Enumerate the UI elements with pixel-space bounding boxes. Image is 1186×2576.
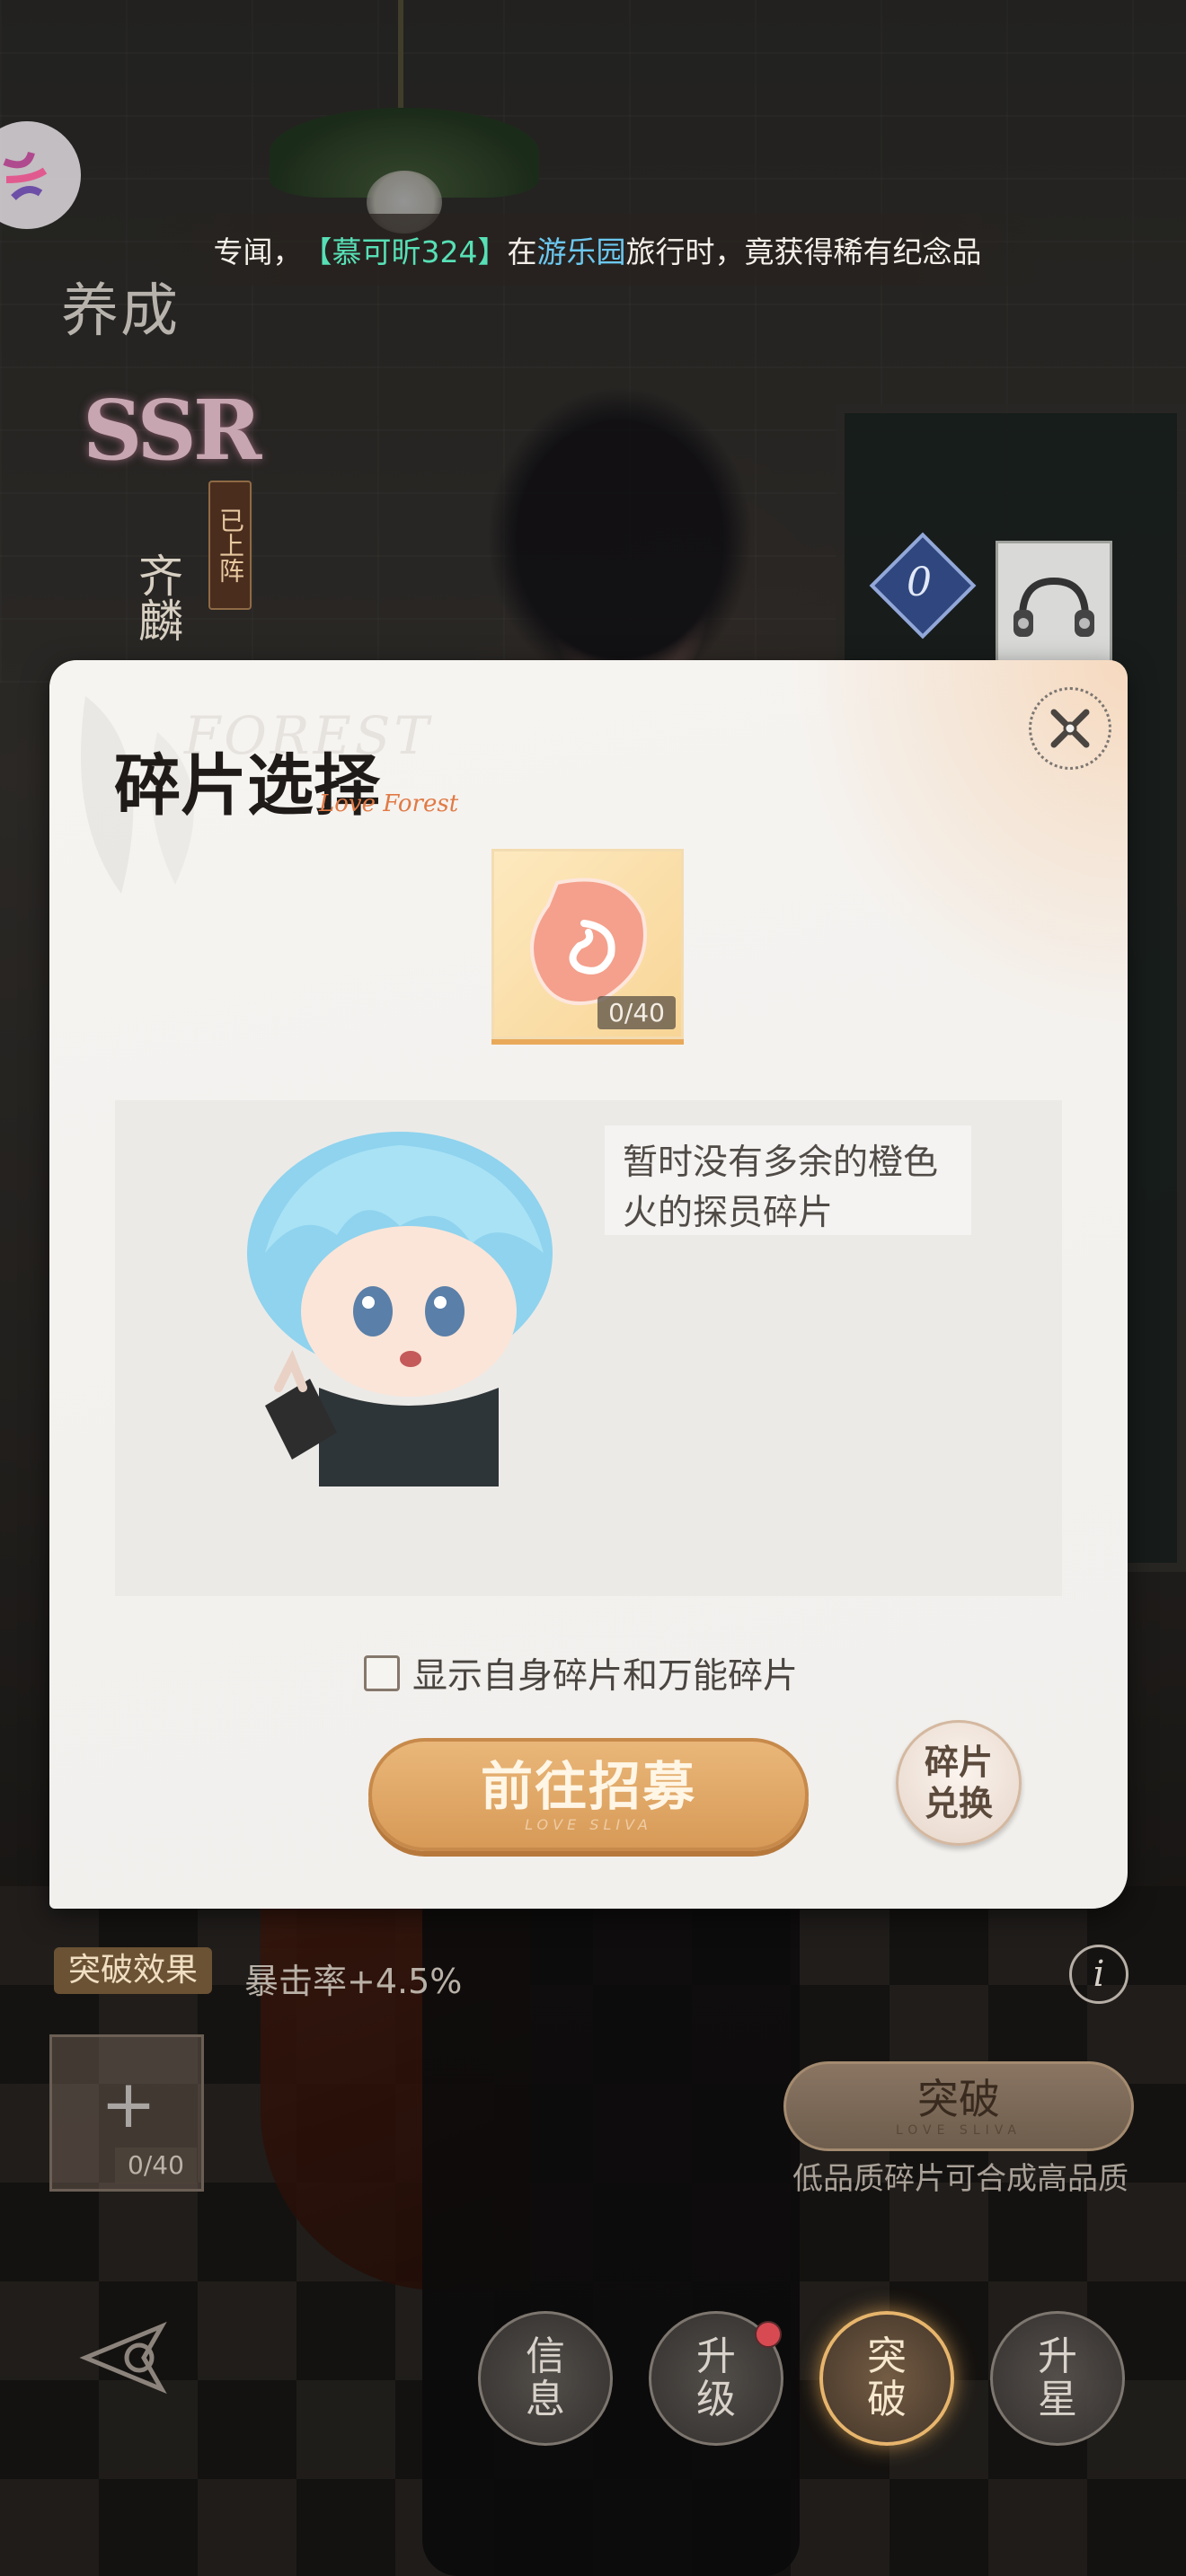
rarity-label: SSR xyxy=(83,382,261,479)
fragment-exchange-button[interactable]: 碎片 兑换 xyxy=(896,1720,1022,1846)
breakthrough-button[interactable]: 突破 LOVE SLIVA xyxy=(783,2061,1134,2151)
show-own-fragments-label: 显示自身碎片和万能碎片 xyxy=(412,1656,799,1697)
effect-value: 暴击率+4.5% xyxy=(244,1962,463,2001)
effect-badge: 突破效果 xyxy=(54,1947,213,1994)
fragment-select-dialog: FOREST 碎片选择 Love Forest 0/40 暂时没有多余的橙色火的… xyxy=(49,660,1128,1909)
nav-info-label: 信息 xyxy=(526,2335,565,2422)
fragment-slot-count: 0/40 xyxy=(115,2148,197,2183)
back-arrow-icon xyxy=(79,2321,167,2395)
hint-text: 低品质碎片可合成高品质 xyxy=(792,2161,1128,2197)
banner-suffix: 旅行时，竟获得稀有纪念品 xyxy=(625,234,982,269)
fragment-card[interactable]: 0/40 xyxy=(491,849,684,1039)
banner-mid: 在 xyxy=(507,234,537,269)
banner-place: 游乐园 xyxy=(536,234,626,269)
deployed-badge: 已上阵 xyxy=(208,481,252,610)
add-icon: + xyxy=(100,2066,156,2143)
character-name: 齐麟 xyxy=(131,552,183,642)
headphones-icon xyxy=(1013,577,1094,637)
breakthrough-button-sub: LOVE SLIVA xyxy=(895,2123,1022,2138)
nav-info-button[interactable]: 信息 xyxy=(478,2311,613,2446)
nav-breakthrough-label: 突破 xyxy=(867,2335,907,2422)
nav-breakthrough-char-1: 突 xyxy=(867,2333,907,2379)
nav-breakthrough-button[interactable]: 突破 xyxy=(819,2311,954,2446)
nav-info-char-1: 信 xyxy=(526,2333,565,2379)
back-button[interactable] xyxy=(49,2299,193,2416)
fragment-count: 0/40 xyxy=(597,996,676,1029)
fragment-exchange-label: 碎片 兑换 xyxy=(925,1742,993,1824)
nav-star-label: 升星 xyxy=(1038,2335,1077,2422)
fragment-exchange-line2: 兑换 xyxy=(924,1784,993,1823)
banner-prefix: 专闻， xyxy=(213,234,303,269)
nav-star-button[interactable]: 升星 xyxy=(990,2311,1125,2446)
info-button[interactable]: i xyxy=(1069,1945,1128,2004)
equipment-slot[interactable] xyxy=(996,541,1112,675)
fragment-exchange-line1: 碎片 xyxy=(924,1742,993,1782)
nav-breakthrough-char-2: 破 xyxy=(867,2377,907,2422)
banner-player: 【慕可昕324】 xyxy=(302,234,508,269)
chibi-character-illustration xyxy=(247,1132,553,1486)
nav-star-char-2: 星 xyxy=(1038,2377,1077,2422)
gem-label: 0 xyxy=(907,559,932,605)
show-own-fragments-checkbox[interactable] xyxy=(364,1655,400,1691)
page-title: 养成 xyxy=(61,278,180,345)
close-icon xyxy=(1050,709,1090,748)
nav-info-char-2: 息 xyxy=(526,2377,565,2422)
nav-levelup-label: 升级 xyxy=(696,2335,736,2422)
fragment-slot[interactable]: + 0/40 xyxy=(49,2034,204,2192)
news-banner: 专闻， 【慕可昕324】在游乐园 旅行时，竟获得稀有纪念品 xyxy=(153,214,1042,286)
app-logo-icon xyxy=(3,151,48,200)
empty-message-bubble: 暂时没有多余的橙色火的探员碎片 xyxy=(605,1125,971,1235)
notification-dot xyxy=(755,2321,782,2348)
close-button[interactable] xyxy=(1029,687,1111,770)
show-own-fragments-toggle[interactable]: 显示自身碎片和万能碎片 xyxy=(364,1646,798,1700)
dialog-script-text: Love Forest xyxy=(319,790,459,817)
breakthrough-button-label: 突破 xyxy=(917,2075,1000,2123)
go-recruit-button-sub: LOVE SLIVA xyxy=(525,1815,652,1833)
nav-star-char-1: 升 xyxy=(1038,2333,1077,2379)
go-recruit-button[interactable]: 前往招募 LOVE SLIVA xyxy=(368,1738,809,1851)
go-recruit-button-label: 前往招募 xyxy=(480,1755,696,1817)
nav-levelup-char-2: 级 xyxy=(696,2377,736,2422)
nav-levelup-char-1: 升 xyxy=(696,2333,736,2379)
